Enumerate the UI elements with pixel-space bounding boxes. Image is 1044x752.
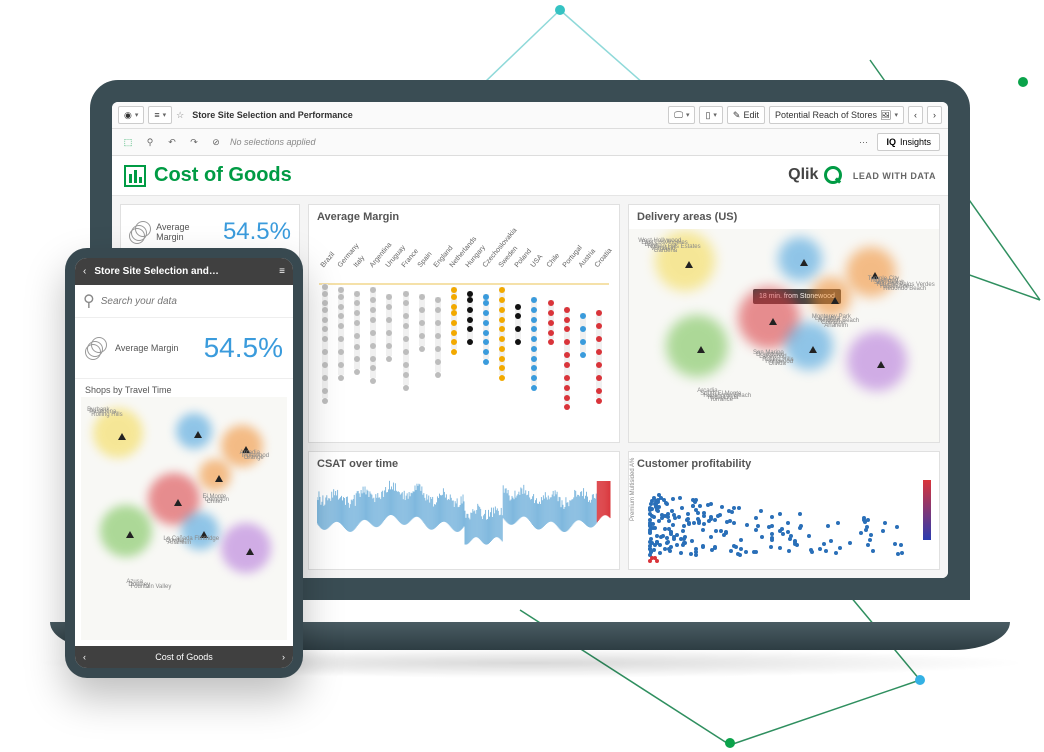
options-icon[interactable]: ⋯: [855, 134, 871, 150]
smart-search-icon[interactable]: ⚲: [142, 134, 158, 150]
nav-menu-button[interactable]: ◉▾: [118, 106, 144, 124]
kpi-value: 54.5%: [223, 218, 291, 246]
list-menu-button[interactable]: ≡▾: [148, 106, 172, 124]
delivery-areas-card[interactable]: Delivery areas (US) 18 min. from Stonewo…: [628, 204, 940, 443]
coins-icon: [85, 337, 107, 359]
search-icon: ⚲: [83, 291, 95, 311]
y-axis-label: Premium Multisided A%: [630, 457, 636, 520]
profitability-card[interactable]: Customer profitability Premium Multiside…: [628, 451, 940, 570]
selections-tool-icon[interactable]: ⬚: [120, 134, 136, 150]
selections-status: No selections applied: [230, 137, 849, 147]
monitor-icon: 🖵: [674, 110, 683, 121]
mobile-device-button[interactable]: ▯▾: [699, 106, 722, 124]
back-icon[interactable]: ‹: [83, 266, 86, 277]
brand-logo: Qlik LEAD WITH DATA: [788, 166, 936, 184]
insights-button[interactable]: IQ Insights: [877, 133, 940, 151]
phone-map[interactable]: BurbankLa Cañada FlintridgeArcadiaAzusaE…: [81, 397, 287, 640]
phone-app-title: Store Site Selection and…: [94, 266, 271, 277]
story-selector[interactable]: Potential Reach of Stores 🖼▾: [769, 106, 904, 124]
kpi-label: Average Margin: [115, 343, 178, 353]
story-icon: 🖼: [880, 110, 891, 121]
phone-sheet-title: Cost of Goods: [155, 652, 213, 662]
step-forward-icon[interactable]: ↷: [186, 134, 202, 150]
next-sheet-button[interactable]: ›: [927, 106, 942, 124]
phone-prev-icon[interactable]: ‹: [83, 652, 86, 662]
kpi-value: 54.5%: [204, 332, 283, 364]
card-title: Average Margin: [309, 205, 619, 229]
clear-selections-icon[interactable]: ⊘: [208, 134, 224, 150]
coins-icon: [129, 221, 150, 243]
mobile-icon: ▯: [705, 110, 710, 121]
list-icon: ≡: [154, 110, 159, 120]
card-title: Delivery areas (US): [629, 205, 939, 229]
edit-button[interactable]: ✎Edit: [727, 106, 765, 124]
hamburger-icon[interactable]: ≡: [279, 266, 285, 277]
phone-map-title: Shops by Travel Time: [75, 379, 293, 397]
bar-chart-icon: [124, 165, 146, 187]
desktop-device-button[interactable]: 🖵▾: [668, 106, 695, 124]
app-title: Store Site Selection and Performance: [188, 110, 357, 120]
average-margin-card[interactable]: Average Margin BrazilGermanyItalyArgenti…: [308, 204, 620, 443]
prev-sheet-button[interactable]: ‹: [908, 106, 923, 124]
csat-card[interactable]: CSAT over time: [308, 451, 620, 570]
phone-next-icon[interactable]: ›: [282, 652, 285, 662]
step-back-icon[interactable]: ↶: [164, 134, 180, 150]
page-title: Cost of Goods: [154, 164, 292, 187]
card-title: Customer profitability: [629, 452, 939, 476]
compass-icon: ◉: [124, 110, 132, 121]
phone-search-input[interactable]: [101, 296, 285, 307]
phone-mockup: ‹ Store Site Selection and… ≡ ⚲ Average …: [65, 248, 303, 678]
bookmark-icon: ☆: [176, 110, 184, 121]
kpi-label: Average Margin: [156, 222, 217, 242]
pencil-icon: ✎: [733, 110, 741, 121]
card-title: CSAT over time: [309, 452, 619, 476]
